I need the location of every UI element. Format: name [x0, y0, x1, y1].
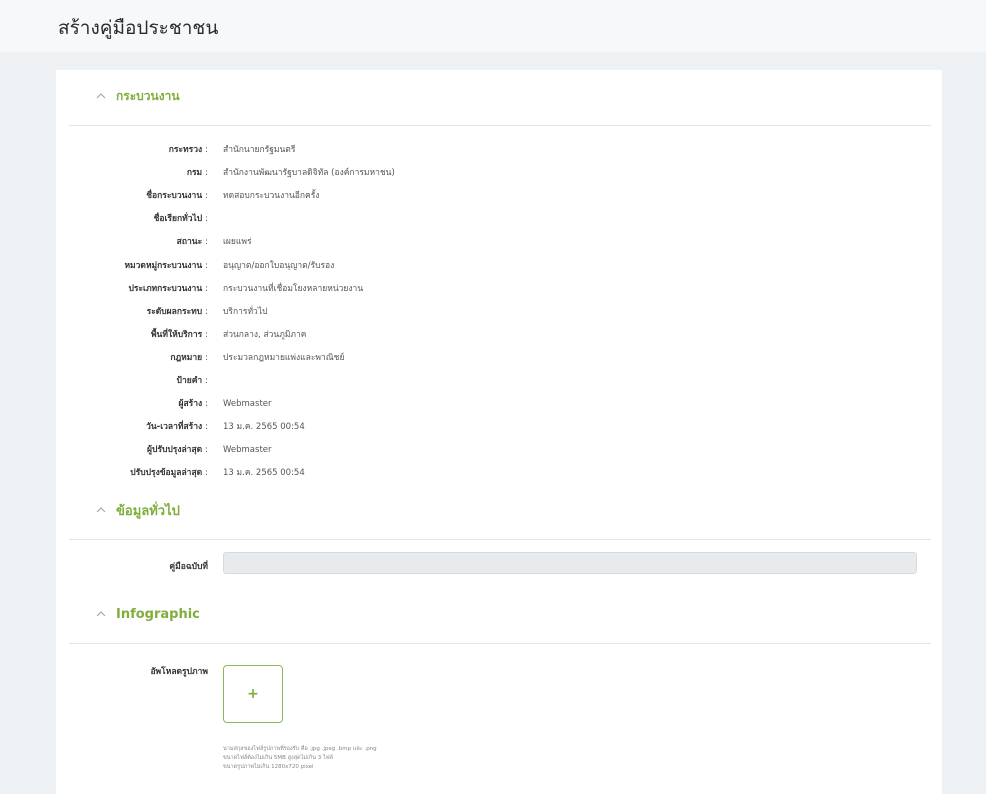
page-header: สร้างคู่มือประชาชน	[0, 0, 986, 52]
detail-label: ป้ายคำ :	[177, 373, 208, 389]
detail-label-text: ปรับปรุงข้อมูลล่าสุด	[130, 468, 203, 479]
detail-row: หมวดหมู่กระบวนงาน : อนุญาต/ออกใบอนุญาต/รั…	[56, 258, 942, 274]
chevron-up-icon	[94, 503, 108, 517]
detail-label-text: ชื่อเรียกทั่วไป	[153, 214, 203, 225]
detail-label-text: ป้ายคำ	[176, 376, 203, 386]
detail-label-text: ผู้ปรับปรุงล่าสุด	[147, 445, 203, 456]
detail-value: สำนักนายกรัฐมนตรี	[223, 145, 296, 155]
section-divider	[69, 539, 931, 540]
detail-label: ประเภทกระบวนงาน :	[129, 281, 208, 297]
detail-label-text: กฎหมาย	[170, 352, 203, 363]
upload-hint: ขนาดรูปภาพไม่เกิน 1280x720 pixel	[223, 764, 314, 770]
detail-row: ระดับผลกระทบ : บริการทั่วไป	[56, 304, 942, 320]
detail-label-text: ประเภทกระบวนงาน	[128, 283, 203, 294]
detail-label: ชื่อเรียกทั่วไป :	[154, 211, 208, 227]
upload-image-button[interactable]: +	[223, 665, 283, 723]
chevron-up-icon	[94, 89, 108, 103]
detail-value: 13 ม.ค. 2565 00:54	[223, 468, 305, 479]
detail-colon: :	[205, 191, 208, 202]
detail-row: กรม : สำนักงานพัฒนารัฐบาลดิจิทัล (องค์การ…	[56, 165, 942, 181]
detail-row: ปรับปรุงข้อมูลล่าสุด : 13 ม.ค. 2565 00:54	[56, 465, 942, 481]
detail-label: ชื่อกระบวนงาน :	[146, 188, 208, 204]
detail-colon: :	[205, 237, 208, 248]
section-toggle-process[interactable]: กระบวนงาน	[94, 86, 180, 106]
detail-value: 13 ม.ค. 2565 00:54	[223, 422, 305, 433]
detail-value: กระบวนงานที่เชื่อมโยงหลายหน่วยงาน	[223, 283, 364, 294]
detail-label: กระทรวง :	[169, 142, 208, 158]
detail-colon: :	[205, 445, 208, 456]
detail-label: ปรับปรุงข้อมูลล่าสุด :	[130, 465, 208, 481]
detail-value: ทดสอบกระบวนงานอีกครั้ง	[223, 191, 320, 202]
detail-row: ประเภทกระบวนงาน : กระบวนงานที่เชื่อมโยงหล…	[56, 281, 942, 297]
detail-label-text: สถานะ	[176, 237, 203, 248]
detail-label-text: กระทรวง	[168, 145, 203, 155]
detail-row: ชื่อกระบวนงาน : ทดสอบกระบวนงานอีกครั้ง	[56, 188, 942, 204]
detail-colon: :	[205, 306, 208, 317]
detail-colon: :	[205, 168, 208, 179]
detail-value: อนุญาต/ออกใบอนุญาต/รับรอง	[223, 260, 335, 271]
section-divider	[69, 125, 931, 126]
detail-value: ประมวลกฎหมายแพ่งและพาณิชย์	[223, 352, 345, 363]
section-toggle-infographic[interactable]: Infographic	[94, 604, 200, 624]
detail-value: Webmaster	[223, 399, 272, 410]
detail-colon: :	[205, 145, 208, 155]
detail-colon: :	[205, 283, 208, 294]
detail-colon: :	[205, 422, 208, 433]
detail-label: วัน-เวลาที่สร้าง :	[146, 419, 208, 435]
detail-value: เผยแพร่	[223, 237, 252, 248]
detail-value: สำนักงานพัฒนารัฐบาลดิจิทัล (องค์การมหาชน…	[223, 168, 395, 179]
detail-colon: :	[205, 352, 208, 363]
content-card: กระบวนงาน กระทรวง : สำนักนายกรัฐมนตรีกรม …	[56, 70, 942, 794]
detail-row: กฎหมาย : ประมวลกฎหมายแพ่งและพาณิชย์	[56, 350, 942, 366]
detail-colon: :	[205, 399, 208, 410]
detail-value: ส่วนกลาง, ส่วนภูมิภาค	[223, 329, 307, 340]
detail-value: บริการทั่วไป	[223, 306, 268, 317]
upload-image-label: อัพโหลดรูปภาพ	[150, 667, 208, 677]
detail-row: ป้ายคำ :	[56, 373, 942, 389]
detail-label-text: พื้นที่ให้บริการ	[150, 329, 203, 340]
section-title-general: ข้อมูลทั่วไป	[116, 503, 180, 519]
detail-row: ชื่อเรียกทั่วไป :	[56, 211, 942, 227]
detail-colon: :	[205, 376, 208, 386]
detail-row: ผู้สร้าง : Webmaster	[56, 396, 942, 412]
page-title: สร้างคู่มือประชาชน	[58, 17, 219, 39]
section-title-process: กระบวนงาน	[116, 88, 180, 103]
detail-colon: :	[205, 329, 208, 340]
detail-label-text: ชื่อกระบวนงาน	[146, 191, 203, 202]
detail-label: กฎหมาย :	[170, 350, 208, 366]
detail-value: Webmaster	[223, 445, 272, 456]
detail-colon: :	[205, 468, 208, 479]
detail-label: ระดับผลกระทบ :	[147, 304, 208, 320]
upload-hint: นามสกุลของไฟล์รูปภาพที่รองรับ คือ .jpg .…	[223, 746, 377, 752]
chevron-up-icon	[94, 607, 108, 621]
detail-label: ผู้สร้าง :	[178, 396, 208, 412]
manual-number-input[interactable]	[223, 552, 917, 574]
detail-row: ผู้ปรับปรุงล่าสุด : Webmaster	[56, 442, 942, 458]
section-title-infographic: Infographic	[116, 606, 200, 622]
detail-label-text: ผู้สร้าง	[178, 399, 203, 410]
plus-icon: +	[247, 686, 259, 702]
detail-row: วัน-เวลาที่สร้าง : 13 ม.ค. 2565 00:54	[56, 419, 942, 435]
detail-colon: :	[205, 214, 208, 225]
detail-label-text: กรม	[186, 168, 203, 179]
detail-label: หมวดหมู่กระบวนงาน :	[124, 258, 208, 274]
detail-label-text: ระดับผลกระทบ	[146, 306, 203, 317]
detail-label-text: หมวดหมู่กระบวนงาน	[124, 260, 203, 271]
detail-row: สถานะ : เผยแพร่	[56, 234, 942, 250]
manual-number-label: คู่มือฉบับที่	[169, 562, 208, 572]
detail-label-text: วัน-เวลาที่สร้าง	[146, 422, 203, 433]
detail-row: กระทรวง : สำนักนายกรัฐมนตรี	[56, 142, 942, 158]
detail-label: สถานะ :	[177, 234, 208, 250]
section-toggle-general[interactable]: ข้อมูลทั่วไป	[94, 500, 180, 520]
detail-label: ผู้ปรับปรุงล่าสุด :	[147, 442, 208, 458]
detail-label: กรม :	[187, 165, 208, 181]
detail-label: พื้นที่ให้บริการ :	[151, 327, 208, 343]
section-divider	[69, 643, 931, 644]
upload-hint: ขนาดไฟล์ต้องไม่เกิน 5MB สูงสุดไม่เกิน 3 …	[223, 755, 334, 761]
detail-row: พื้นที่ให้บริการ : ส่วนกลาง, ส่วนภูมิภาค	[56, 327, 942, 343]
detail-colon: :	[205, 260, 208, 271]
